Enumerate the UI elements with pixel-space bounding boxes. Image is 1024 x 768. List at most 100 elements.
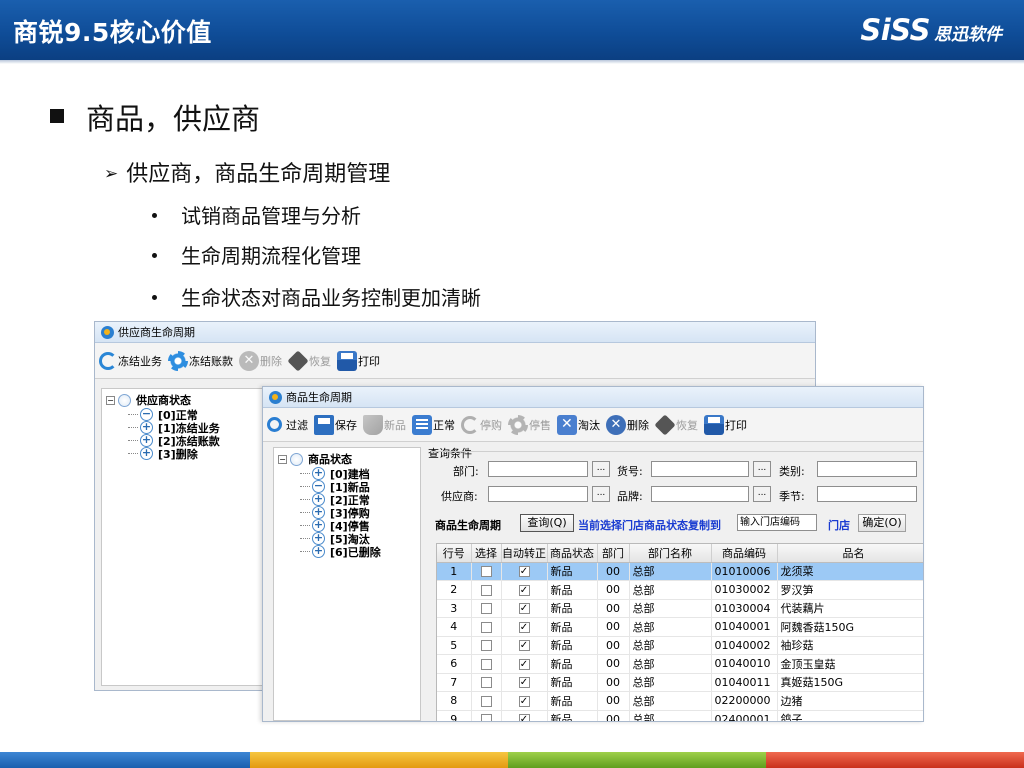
select-checkbox[interactable]	[480, 584, 492, 596]
table-row[interactable]: 8 ✓ 新品 00 总部 02200000 边猪	[437, 691, 923, 711]
supplier-input[interactable]	[488, 486, 588, 502]
table-row[interactable]: 6 ✓ 新品 00 总部 01040010 金顶玉皇菇	[437, 654, 923, 674]
select-cell[interactable]	[471, 617, 502, 637]
auto-normal-checkbox[interactable]: ✓	[518, 640, 530, 652]
product-code-cell: 01040011	[711, 673, 778, 692]
select-cell[interactable]	[471, 710, 502, 721]
dot-bullet-icon	[152, 253, 157, 258]
store-label: 门店	[828, 519, 850, 532]
select-checkbox[interactable]	[480, 566, 492, 578]
column-header[interactable]: 商品状态	[547, 544, 598, 563]
select-cell[interactable]	[471, 673, 502, 692]
auto-normal-checkbox[interactable]: ✓	[518, 584, 530, 596]
select-cell[interactable]	[471, 636, 502, 655]
freeze-business-button[interactable]: 冻结业务	[99, 351, 162, 370]
restore-button[interactable]: 恢复	[654, 413, 698, 436]
dept-lookup-button[interactable]: ...	[592, 461, 610, 477]
select-checkbox[interactable]	[480, 621, 492, 633]
auto-normal-cell[interactable]: ✓	[501, 562, 548, 581]
select-cell[interactable]	[471, 580, 502, 600]
select-checkbox[interactable]	[480, 677, 492, 689]
brand-input[interactable]	[651, 486, 749, 502]
supplier-lookup-button[interactable]: ...	[592, 486, 610, 502]
tree-node-label: [6]已删除	[330, 545, 381, 559]
code-lookup-button[interactable]: ...	[753, 461, 771, 477]
column-header[interactable]: 部门名称	[629, 544, 712, 563]
tree-node[interactable]: + [3]删除	[128, 447, 264, 461]
slide-header: 商锐9.5核心价值 SiSS 思迅软件	[0, 0, 1024, 60]
print-button[interactable]: 打印	[704, 414, 747, 435]
select-checkbox[interactable]	[480, 640, 492, 652]
column-header[interactable]: 选择	[471, 544, 502, 563]
table-row[interactable]: 3 ✓ 新品 00 总部 01030004 代装藕片	[437, 599, 923, 618]
dept-name-cell: 总部	[629, 636, 712, 655]
auto-normal-checkbox[interactable]: ✓	[518, 603, 530, 615]
stop-buy-button[interactable]: 停购	[461, 415, 502, 434]
category-input[interactable]	[817, 461, 917, 477]
auto-normal-cell[interactable]: ✓	[501, 599, 548, 618]
new-product-button[interactable]: 新品	[363, 414, 406, 435]
delete-button[interactable]: ✕ 删除	[239, 350, 282, 371]
print-button[interactable]: 打印	[337, 350, 380, 371]
column-header[interactable]: 部门	[597, 544, 630, 563]
auto-normal-checkbox[interactable]: ✓	[518, 658, 530, 670]
auto-normal-checkbox[interactable]: ✓	[518, 566, 530, 578]
auto-normal-cell[interactable]: ✓	[501, 580, 548, 600]
select-checkbox[interactable]	[480, 603, 492, 615]
product-name-cell: 鸽子	[777, 710, 923, 721]
table-row[interactable]: 1 ✓ 新品 00 总部 01010006 龙须菜	[437, 562, 923, 581]
query-button[interactable]: 查询(Q)	[520, 514, 574, 532]
product-name-cell: 边猪	[777, 691, 923, 711]
table-row[interactable]: 9 ✓ 新品 00 总部 02400001 鸽子	[437, 710, 923, 721]
select-checkbox[interactable]	[480, 695, 492, 707]
column-header[interactable]: 品名	[777, 544, 923, 563]
auto-normal-cell[interactable]: ✓	[501, 691, 548, 711]
auto-normal-checkbox[interactable]: ✓	[518, 695, 530, 707]
select-checkbox[interactable]	[480, 658, 492, 670]
code-input[interactable]	[651, 461, 749, 477]
store-code-input[interactable]: 输入门店编码	[737, 514, 817, 531]
square-bullet-icon	[50, 109, 64, 123]
status-cell: 新品	[547, 599, 598, 618]
dept-name-cell: 总部	[629, 562, 712, 581]
select-cell[interactable]	[471, 599, 502, 618]
stop-sell-button[interactable]: 停售	[508, 414, 551, 435]
brand-lookup-button[interactable]: ...	[753, 486, 771, 502]
select-cell[interactable]	[471, 562, 502, 581]
freeze-account-button[interactable]: 冻结账款	[168, 350, 233, 371]
table-row[interactable]: 7 ✓ 新品 00 总部 01040011 真姬菇150G	[437, 673, 923, 692]
select-cell[interactable]	[471, 654, 502, 674]
bullet-level2-text: 供应商，商品生命周期管理	[126, 162, 391, 187]
normal-button[interactable]: 正常	[412, 414, 455, 435]
row-number: 1	[437, 562, 472, 581]
auto-normal-cell[interactable]: ✓	[501, 636, 548, 655]
filter-button[interactable]: 过滤	[267, 417, 308, 433]
delete-button[interactable]: ✕ 删除	[606, 414, 649, 435]
eliminate-button[interactable]: 淘汰	[557, 414, 600, 435]
collapse-icon[interactable]: −	[106, 395, 115, 405]
column-header[interactable]: 商品编码	[711, 544, 778, 563]
logo-brand: SiSS	[860, 13, 930, 47]
column-header[interactable]: 自动转正	[501, 544, 548, 563]
season-input[interactable]	[817, 486, 917, 502]
restore-button[interactable]: 恢复	[287, 349, 331, 372]
select-checkbox[interactable]	[480, 714, 492, 721]
auto-normal-cell[interactable]: ✓	[501, 710, 548, 721]
save-icon	[314, 414, 334, 435]
table-row[interactable]: 5 ✓ 新品 00 总部 01040002 袖珍菇	[437, 636, 923, 655]
select-cell[interactable]	[471, 691, 502, 711]
auto-normal-checkbox[interactable]: ✓	[518, 621, 530, 633]
table-row[interactable]: 4 ✓ 新品 00 总部 01040001 阿魏香菇150G	[437, 617, 923, 637]
auto-normal-checkbox[interactable]: ✓	[518, 714, 530, 721]
table-row[interactable]: 2 ✓ 新品 00 总部 01030002 罗汉笋	[437, 580, 923, 600]
save-button[interactable]: 保存	[314, 414, 357, 435]
auto-normal-cell[interactable]: ✓	[501, 617, 548, 637]
dept-input[interactable]	[488, 461, 588, 477]
tree-node[interactable]: + [6]已删除	[300, 545, 420, 559]
confirm-button[interactable]: 确定(O)	[858, 514, 906, 532]
collapse-icon[interactable]: −	[278, 454, 287, 464]
column-header[interactable]: 行号	[437, 544, 472, 563]
auto-normal-cell[interactable]: ✓	[501, 654, 548, 674]
auto-normal-checkbox[interactable]: ✓	[518, 677, 530, 689]
auto-normal-cell[interactable]: ✓	[501, 673, 548, 692]
